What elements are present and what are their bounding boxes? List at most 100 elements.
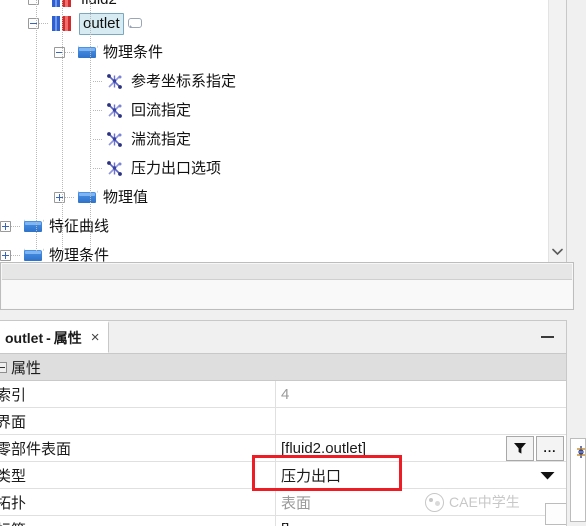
tab-separator: -	[46, 329, 51, 346]
model-tree[interactable]: fluid2outlet物理条件参考坐标系指定回流指定湍流指定压力出口选项物理值…	[0, 0, 564, 262]
tree-connector	[93, 81, 102, 82]
tree-item-label: 物理条件	[103, 44, 164, 61]
property-row[interactable]: 标签[]	[0, 516, 566, 526]
property-column-divider	[275, 408, 276, 434]
folder-icon	[24, 248, 44, 262]
right-dock-panel[interactable]	[566, 320, 586, 526]
property-name: 拓扑	[0, 494, 27, 512]
tree-item-selected[interactable]: outlet	[0, 9, 564, 38]
transform-icon[interactable]	[575, 445, 586, 459]
tree-guide-line	[36, 0, 37, 252]
secondary-list-header	[2, 264, 572, 280]
tab-title: 属性	[53, 329, 82, 346]
tree-connector	[93, 168, 102, 169]
tree-vertical-scrollbar[interactable]	[548, 0, 566, 262]
secondary-list-body[interactable]	[2, 280, 572, 308]
tree-collapse-icon[interactable]	[28, 18, 39, 29]
property-column-divider	[275, 381, 276, 407]
tree-item[interactable]: fluid2	[0, 0, 564, 9]
properties-panel[interactable]: outlet - 属性 × 属性 索引 4 界面零部件表面 [fluid2.outle…	[0, 320, 566, 526]
property-name: 索引	[0, 386, 27, 404]
property-group-label: 属性	[11, 359, 42, 377]
physics-node-icon	[106, 74, 124, 89]
minimize-icon[interactable]	[536, 321, 558, 353]
physics-node-icon	[106, 103, 124, 118]
property-rows[interactable]: 索引 4 界面零部件表面 [fluid2.outlet]... 类型 压力出口拓扑 表面标签…	[0, 381, 566, 526]
property-value[interactable]: [fluid2.outlet]	[275, 440, 506, 457]
chevron-down-icon[interactable]	[549, 243, 566, 260]
tab-object-name: outlet	[5, 329, 44, 346]
model-tree-panel[interactable]: fluid2outlet物理条件参考坐标系指定回流指定湍流指定压力出口选项物理值…	[0, 0, 567, 262]
property-row[interactable]: 界面	[0, 408, 566, 435]
tree-right-strip	[566, 0, 586, 262]
tree-item[interactable]: 压力出口选项	[0, 154, 564, 183]
right-dock-top	[569, 320, 586, 434]
comment-bubble-icon[interactable]	[127, 18, 142, 29]
tree-item-label: 回流指定	[131, 102, 192, 119]
property-value[interactable]: 压力出口	[275, 465, 534, 486]
tree-connector	[93, 139, 102, 140]
tree-connector	[11, 226, 20, 227]
tree-item-label: 压力出口选项	[131, 160, 222, 177]
boundary-icon	[52, 16, 74, 31]
property-name: 界面	[0, 413, 27, 431]
property-value[interactable]: []	[275, 521, 566, 526]
tree-connector	[39, 23, 48, 24]
property-row[interactable]: 拓扑 表面	[0, 489, 566, 516]
tree-collapse-icon[interactable]	[54, 47, 65, 58]
close-icon[interactable]: ×	[91, 329, 100, 346]
tree-expand-icon[interactable]	[0, 221, 11, 232]
tree-item[interactable]: 物理值	[0, 183, 564, 212]
property-row[interactable]: 零部件表面 [fluid2.outlet]...	[0, 435, 566, 462]
property-column-divider	[275, 516, 276, 526]
property-name: 零部件表面	[0, 440, 72, 458]
properties-tabbar[interactable]: outlet - 属性 ×	[0, 321, 566, 354]
physics-node-icon	[106, 132, 124, 147]
tree-item-label: 物理值	[103, 189, 149, 206]
folder-icon	[78, 45, 98, 60]
tree-connector	[11, 255, 20, 256]
tree-item[interactable]: 参考坐标系指定	[0, 67, 564, 96]
tree-collapse-icon[interactable]	[28, 0, 39, 5]
tree-item[interactable]: 物理条件	[0, 38, 564, 67]
chevron-down-icon[interactable]	[534, 471, 560, 480]
boundary-icon	[52, 0, 74, 7]
tree-connector	[65, 197, 74, 198]
tree-item[interactable]: 湍流指定	[0, 125, 564, 154]
tree-connector	[65, 52, 74, 53]
property-name: 类型	[0, 467, 27, 485]
tree-item[interactable]: 特征曲线	[0, 212, 564, 241]
secondary-list-panel[interactable]	[0, 262, 574, 310]
tree-item[interactable]: 物理条件	[0, 241, 564, 262]
tree-item[interactable]: 回流指定	[0, 96, 564, 125]
folder-icon	[24, 219, 44, 234]
property-column-divider	[275, 435, 276, 461]
tab-outlet-properties[interactable]: outlet - 属性 ×	[0, 321, 109, 353]
tree-item-label: 湍流指定	[131, 131, 192, 148]
right-dock-box[interactable]	[570, 438, 586, 522]
tree-guide-line	[90, 0, 91, 252]
tree-item-label: outlet	[79, 12, 124, 35]
property-group-header[interactable]: 属性	[0, 354, 566, 381]
folder-icon	[78, 190, 98, 205]
property-value[interactable]: 4	[275, 386, 566, 403]
ellipsis-button[interactable]: ...	[536, 435, 564, 461]
tree-expand-icon[interactable]	[0, 250, 11, 261]
property-row[interactable]: 索引 4	[0, 381, 566, 408]
property-name: 标签	[0, 519, 275, 526]
property-column-divider	[275, 489, 276, 515]
filter-icon[interactable]	[506, 435, 534, 461]
tree-item-label: 物理条件	[49, 247, 110, 262]
tree-expand-icon[interactable]	[54, 192, 65, 203]
property-row[interactable]: 类型 压力出口	[0, 462, 566, 489]
tree-guide-line	[62, 0, 63, 252]
group-collapse-icon[interactable]	[0, 361, 7, 373]
property-value[interactable]: 表面	[275, 492, 566, 513]
tree-connector	[93, 110, 102, 111]
panel-gap	[0, 310, 586, 320]
physics-node-icon	[106, 161, 124, 176]
